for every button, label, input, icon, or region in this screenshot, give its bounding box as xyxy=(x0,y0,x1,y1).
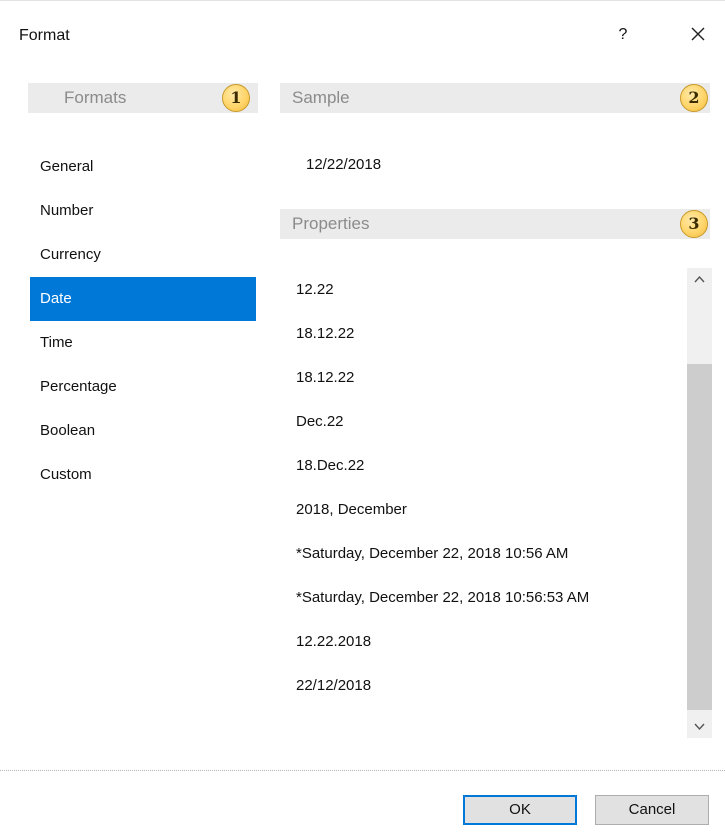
sample-header-label: Sample xyxy=(292,88,350,107)
format-item-percentage[interactable]: Percentage xyxy=(30,365,256,409)
step-badge-1: 1 xyxy=(222,84,250,112)
property-item[interactable]: 18.12.22 xyxy=(284,312,684,356)
property-item[interactable]: 18.12.22 xyxy=(284,356,684,400)
property-item[interactable]: 12.22 xyxy=(284,268,684,312)
scroll-thumb[interactable] xyxy=(687,364,712,710)
property-item[interactable]: 18.Dec.22 xyxy=(284,444,684,488)
chevron-down-icon xyxy=(694,723,705,731)
scroll-up-button[interactable] xyxy=(687,268,712,290)
properties-list: 12.22 18.12.22 18.12.22 Dec.22 18.Dec.22 2018… xyxy=(284,268,684,738)
step-badge-2: 2 xyxy=(680,84,708,112)
ok-button[interactable]: OK xyxy=(463,795,577,825)
property-item[interactable]: 12.22.2018 xyxy=(284,620,684,664)
chevron-up-icon xyxy=(694,275,705,283)
close-icon xyxy=(691,27,705,41)
formats-header: Formats 1 xyxy=(28,83,258,113)
properties-header: Properties 3 xyxy=(280,209,710,239)
format-dialog: Format ? Formats 1 General Number Currency… xyxy=(0,0,725,840)
property-item[interactable]: 22/12/2018 xyxy=(284,664,684,708)
step-badge-3: 3 xyxy=(680,210,708,238)
top-border xyxy=(0,0,725,1)
format-item-number[interactable]: Number xyxy=(30,189,256,233)
format-item-general[interactable]: General xyxy=(30,145,256,189)
help-button[interactable]: ? xyxy=(612,22,634,48)
format-item-boolean[interactable]: Boolean xyxy=(30,409,256,453)
scroll-down-button[interactable] xyxy=(687,716,712,738)
sample-value: 12/22/2018 xyxy=(306,156,382,173)
properties-header-label: Properties xyxy=(292,214,370,233)
formats-header-label: Formats xyxy=(64,88,127,107)
property-item[interactable]: Dec.22 xyxy=(284,400,684,444)
cancel-button[interactable]: Cancel xyxy=(595,795,709,825)
dialog-title: Format xyxy=(19,27,70,44)
formats-list: General Number Currency Date Time Percentage B… xyxy=(30,145,256,497)
property-item[interactable]: 2018, December xyxy=(284,488,684,532)
footer-separator xyxy=(0,770,725,771)
sample-header: Sample 2 xyxy=(280,83,710,113)
format-item-date[interactable]: Date xyxy=(30,277,256,321)
close-button[interactable] xyxy=(684,20,712,48)
format-item-custom[interactable]: Custom xyxy=(30,453,256,497)
property-item[interactable]: *Saturday, December 22, 2018 10:56:53 AM xyxy=(284,576,684,620)
properties-scrollbar[interactable] xyxy=(687,268,712,738)
format-item-time[interactable]: Time xyxy=(30,321,256,365)
property-item[interactable]: *Saturday, December 22, 2018 10:56 AM xyxy=(284,532,684,576)
format-item-currency[interactable]: Currency xyxy=(30,233,256,277)
